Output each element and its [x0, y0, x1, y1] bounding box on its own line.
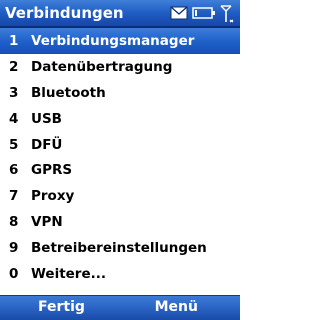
menu-item-number: 6	[9, 162, 19, 179]
menu-item-label: DFÜ	[31, 136, 63, 153]
menu-item-vpn[interactable]: 8 VPN	[0, 209, 240, 235]
softkey-bar: Fertig Menü	[0, 295, 240, 320]
menu-item-number: 0	[9, 266, 19, 283]
menu-item-number: 7	[9, 188, 19, 205]
menu-item-bluetooth[interactable]: 3 Bluetooth	[0, 80, 240, 106]
mail-icon[interactable]	[170, 5, 188, 24]
menu-item-number: 2	[9, 58, 19, 75]
menu-item-dfue[interactable]: 5 DFÜ	[0, 132, 240, 158]
signal-icon[interactable]	[218, 5, 234, 27]
menu-item-label: Bluetooth	[31, 84, 106, 101]
menu-item-label: Datenübertragung	[31, 58, 173, 75]
menu-item-proxy[interactable]: 7 Proxy	[0, 183, 240, 209]
menu-item-number: 4	[9, 110, 19, 127]
softkey-fertig[interactable]: Fertig	[38, 299, 85, 315]
title-bar: Verbindungen	[0, 0, 240, 28]
menu-item-weitere[interactable]: 0 Weitere...	[0, 261, 240, 287]
menu-item-label: VPN	[31, 214, 63, 231]
menu-item-number: 1	[9, 33, 19, 49]
menu-item-gprs[interactable]: 6 GPRS	[0, 157, 240, 183]
menu-item-label: USB	[31, 110, 62, 127]
menu-item-betreibereinstellungen[interactable]: 9 Betreibereinstellungen	[0, 235, 240, 261]
menu-item-verbindungsmanager[interactable]: 1 Verbindungsmanager	[0, 28, 240, 54]
menu-item-number: 5	[9, 136, 19, 153]
menu-item-label: Proxy	[31, 188, 75, 205]
menu-item-label: Weitere...	[31, 266, 107, 283]
menu-item-number: 3	[9, 84, 19, 101]
battery-icon[interactable]	[192, 5, 216, 24]
menu-item-datenuebertragung[interactable]: 2 Datenübertragung	[0, 54, 240, 80]
menu-item-label: GPRS	[31, 162, 73, 179]
menu-item-number: 9	[9, 240, 19, 257]
menu-item-label: Betreibereinstellungen	[31, 240, 207, 257]
window-title: Verbindungen	[5, 4, 124, 22]
connections-menu-list: 1 Verbindungsmanager 2 Datenübertragung …	[0, 28, 240, 287]
menu-item-usb[interactable]: 4 USB	[0, 106, 240, 132]
menu-item-label: Verbindungsmanager	[31, 33, 195, 49]
softkey-menu[interactable]: Menü	[155, 299, 198, 315]
menu-item-number: 8	[9, 214, 19, 231]
